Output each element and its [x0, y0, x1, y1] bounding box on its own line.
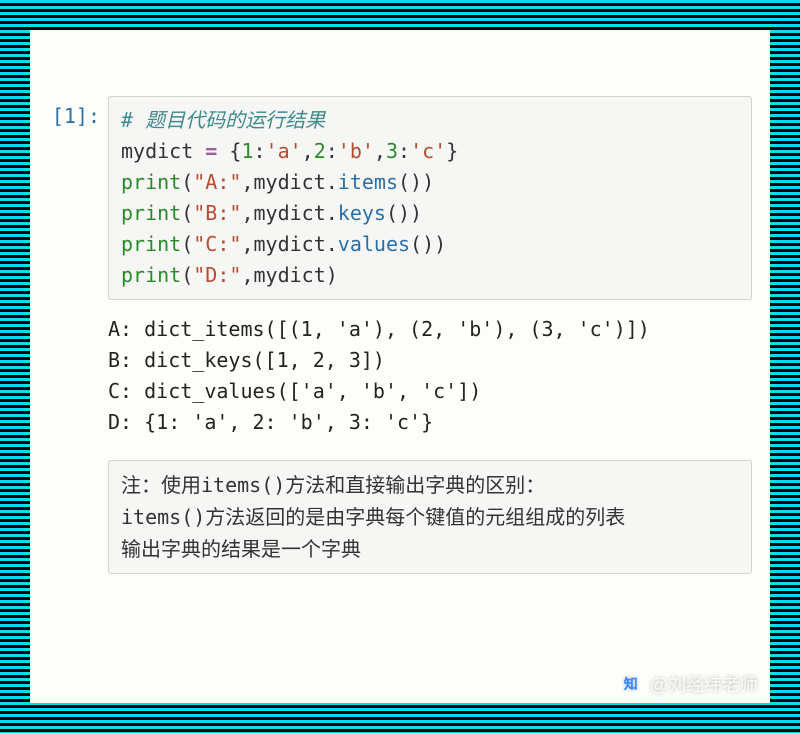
zhihu-logo-icon: 知 [620, 673, 642, 695]
note-text: 方法和直接输出字典的区别： [285, 473, 545, 497]
watermark: 知 @刘经纬老师 [620, 671, 758, 697]
note-line-2: items()方法返回的是由字典每个键值的元组组成的列表 [121, 501, 739, 533]
output-block: A: dict_items([(1, 'a'), (2, 'b'), (3, '… [108, 314, 752, 438]
input-cell: [1]: # 题目代码的运行结果 mydict = {1:'a',2:'b',3… [48, 96, 752, 300]
note-line-1: 注：使用items()方法和直接输出字典的区别： [121, 469, 739, 501]
note-line-3: 输出字典的结果是一个字典 [121, 533, 739, 565]
note-text: 注：使用 [121, 473, 201, 497]
watermark-text: @刘经纬老师 [650, 671, 758, 697]
note-code: items() [121, 505, 205, 529]
notebook-area: [1]: # 题目代码的运行结果 mydict = {1:'a',2:'b',3… [30, 30, 770, 703]
note-block: 注：使用items()方法和直接输出字典的区别： items()方法返回的是由字… [108, 460, 752, 574]
cell-prompt: [1]: [48, 96, 100, 128]
code-block: # 题目代码的运行结果 mydict = {1:'a',2:'b',3:'c'}… [108, 96, 752, 300]
note-text: 方法返回的是由字典每个键值的元组组成的列表 [205, 505, 625, 529]
note-code: items() [201, 473, 285, 497]
